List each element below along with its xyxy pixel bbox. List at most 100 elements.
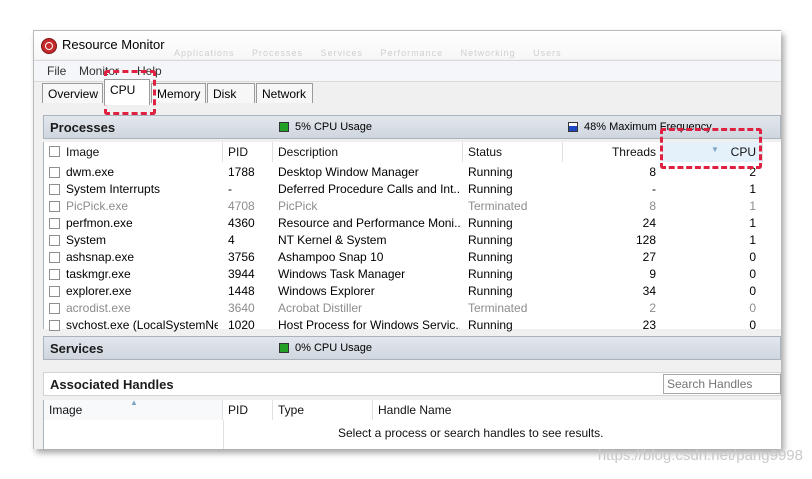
row-status: Running — [468, 233, 513, 247]
column-image-label: Image — [66, 145, 100, 159]
row-pid: - — [228, 182, 232, 196]
handles-section-header[interactable]: Associated Handles — [43, 372, 781, 396]
row-cpu: 0 — [749, 318, 756, 332]
background-task-manager-tabs: Applications Processes Services Performa… — [174, 48, 562, 58]
row-description: Desktop Window Manager — [278, 165, 419, 179]
processes-title: Processes — [50, 120, 116, 135]
row-cpu: 0 — [749, 284, 756, 298]
handles-column-divider — [223, 420, 224, 449]
row-image: taskmgr.exe — [66, 267, 131, 281]
row-description: Host Process for Windows Servic... — [278, 318, 460, 332]
tab-disk[interactable]: Disk — [207, 83, 255, 103]
tab-overview[interactable]: Overview — [42, 83, 103, 103]
row-checkbox[interactable] — [49, 184, 60, 195]
table-row[interactable]: taskmgr.exe 3944 Windows Task Manager Runni… — [44, 266, 781, 283]
row-description: Windows Explorer — [278, 284, 375, 298]
handles-column-pid[interactable]: PID — [223, 400, 273, 420]
column-threads[interactable]: Threads — [563, 142, 663, 162]
row-description: Acrobat Distiller — [278, 301, 363, 315]
table-row[interactable]: acrodist.exe 3640 Acrobat Distiller Termina… — [44, 300, 781, 317]
processes-cpu-usage: 5% CPU Usage — [295, 121, 373, 133]
row-checkbox[interactable] — [49, 286, 60, 297]
row-cpu: 1 — [749, 182, 756, 196]
row-pid: 3944 — [228, 267, 255, 281]
services-section-header[interactable]: Services 0% CPU Usage — [43, 336, 781, 360]
table-row[interactable]: explorer.exe 1448 Windows Explorer Running 3… — [44, 283, 781, 300]
row-checkbox[interactable] — [49, 167, 60, 178]
handles-column-type[interactable]: Type — [273, 400, 373, 420]
row-pid: 1020 — [228, 318, 255, 332]
tab-network[interactable]: Network — [256, 83, 313, 103]
row-status: Running — [468, 182, 513, 196]
table-row[interactable]: System Interrupts - Deferred Procedure Cal… — [44, 181, 781, 198]
column-description[interactable]: Description — [273, 142, 463, 162]
tab-memory[interactable]: Memory — [151, 83, 206, 103]
column-status[interactable]: Status — [463, 142, 563, 162]
handles-column-handle-name[interactable]: Handle Name — [373, 400, 781, 420]
handles-table: ▲ Image PID Type Handle Name Select a pr… — [43, 398, 781, 449]
row-status: Running — [468, 165, 513, 179]
row-pid: 4 — [228, 233, 235, 247]
search-handles-input[interactable] — [663, 374, 781, 394]
row-checkbox[interactable] — [49, 303, 60, 314]
table-row[interactable]: PicPick.exe 4708 PicPick Terminated 8 1 — [44, 198, 781, 215]
row-checkbox[interactable] — [49, 218, 60, 229]
cpu-column-highlight — [660, 128, 762, 169]
title-bar[interactable]: Resource Monitor Applications Processes … — [34, 31, 781, 59]
menu-file[interactable]: File — [47, 64, 66, 78]
row-pid: 4708 — [228, 199, 255, 213]
table-row[interactable]: perfmon.exe 4360 Resource and Performance … — [44, 215, 781, 232]
row-image: explorer.exe — [66, 284, 132, 298]
window-title: Resource Monitor — [62, 37, 165, 52]
row-description: Resource and Performance Moni... — [278, 216, 460, 230]
table-row[interactable]: svchost.exe (LocalSystemNet... 1020 Host P… — [44, 317, 781, 334]
processes-table: Image PID Description Status Threads ▼ C… — [43, 142, 781, 332]
row-description: NT Kernel & System — [278, 233, 387, 247]
row-cpu: 0 — [749, 301, 756, 315]
row-pid: 4360 — [228, 216, 255, 230]
row-threads: 8 — [649, 199, 656, 213]
handles-column-image[interactable]: ▲ Image — [44, 398, 223, 420]
row-threads: 23 — [642, 318, 656, 332]
resource-monitor-icon — [41, 38, 57, 54]
row-cpu: 1 — [749, 233, 756, 247]
row-status: Running — [468, 250, 513, 264]
row-status: Running — [468, 284, 513, 298]
row-status: Terminated — [468, 199, 528, 213]
cpu-usage-meter-icon — [279, 122, 289, 132]
tab-cpu[interactable]: CPU — [104, 79, 150, 105]
handles-title: Associated Handles — [50, 377, 174, 392]
row-threads: 9 — [649, 267, 656, 281]
services-cpu-usage: 0% CPU Usage — [295, 342, 373, 354]
select-all-checkbox[interactable] — [49, 146, 60, 157]
handles-column-image-label: Image — [49, 403, 83, 417]
row-threads: 2 — [649, 301, 656, 315]
row-image: perfmon.exe — [66, 216, 133, 230]
max-frequency-meter-icon — [568, 122, 578, 132]
row-pid: 1448 — [228, 284, 255, 298]
row-checkbox[interactable] — [49, 235, 60, 246]
row-checkbox[interactable] — [49, 252, 60, 263]
table-row[interactable]: System 4 NT Kernel & System Running 128 1 — [44, 232, 781, 249]
services-title: Services — [50, 341, 104, 356]
row-cpu: 1 — [749, 199, 756, 213]
row-image: dwm.exe — [66, 165, 115, 179]
row-checkbox[interactable] — [49, 269, 60, 280]
column-image[interactable]: Image — [44, 142, 223, 162]
row-description: Deferred Procedure Calls and Int... — [278, 182, 460, 196]
row-image: System — [66, 233, 107, 247]
column-pid[interactable]: PID — [223, 142, 273, 162]
row-threads: 24 — [642, 216, 656, 230]
row-image: svchost.exe (LocalSystemNet... — [66, 318, 218, 332]
resource-monitor-window: Resource Monitor Applications Processes … — [33, 30, 781, 449]
row-checkbox[interactable] — [49, 201, 60, 212]
watermark: https://blog.csdn.net/pang9998 — [597, 447, 803, 464]
row-cpu: 0 — [749, 267, 756, 281]
row-status: Running — [468, 267, 513, 281]
row-threads: - — [652, 182, 656, 196]
table-row[interactable]: ashsnap.exe 3756 Ashampoo Snap 10 Running 27… — [44, 249, 781, 266]
row-image: ashsnap.exe — [66, 250, 135, 264]
row-checkbox[interactable] — [49, 320, 60, 331]
handles-sort-ascending-icon: ▲ — [130, 398, 138, 407]
row-threads: 27 — [642, 250, 656, 264]
